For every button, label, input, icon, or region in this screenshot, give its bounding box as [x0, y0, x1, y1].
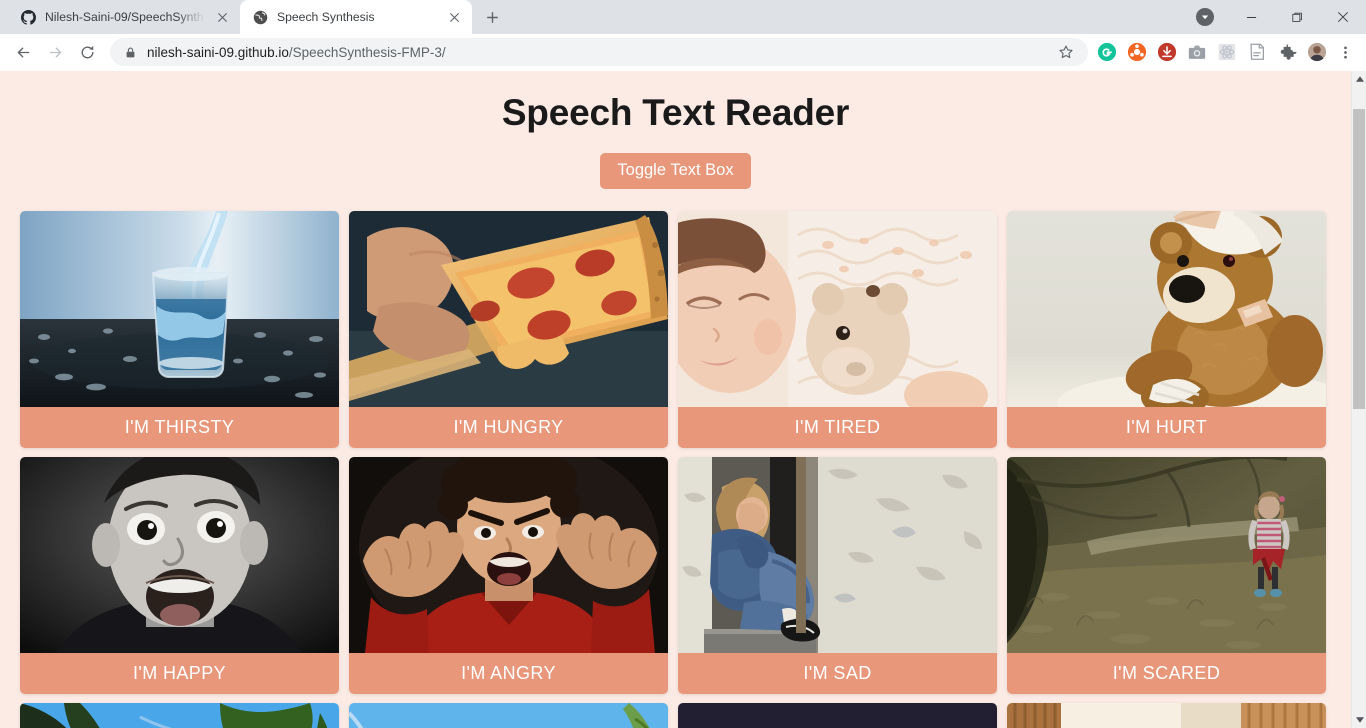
- card-thirsty[interactable]: I'M THIRSTY: [20, 210, 339, 448]
- react-devtools-icon[interactable]: [1216, 41, 1238, 63]
- card-label: I'M SAD: [678, 652, 997, 694]
- tab-strip: Nilesh-Saini-09/SpeechSynthesis-FMP-3 Sp…: [0, 0, 1366, 34]
- grammarly-icon[interactable]: [1096, 41, 1118, 63]
- puzzle-extensions-icon[interactable]: [1276, 41, 1298, 63]
- girl-sitting-in-doorway-crying-image: [678, 456, 997, 653]
- url-text: nilesh-saini-09.github.io/SpeechSynthesi…: [147, 45, 1044, 60]
- minimize-button[interactable]: [1228, 0, 1274, 34]
- dropdown-caret-icon[interactable]: [1182, 0, 1228, 34]
- lock-icon: [124, 46, 137, 59]
- close-icon[interactable]: [214, 9, 230, 25]
- orange-extension-icon[interactable]: [1126, 41, 1148, 63]
- new-tab-button[interactable]: [478, 3, 506, 31]
- small-girl-alone-in-woods-image: [1007, 456, 1326, 653]
- card-label: I'M ANGRY: [349, 652, 668, 694]
- tab-github[interactable]: Nilesh-Saini-09/SpeechSynthesis-FMP-3: [8, 0, 240, 34]
- card-label: I'M SCARED: [1007, 652, 1326, 694]
- card-row3-3[interactable]: [678, 702, 997, 728]
- red-download-extension-icon[interactable]: [1156, 41, 1178, 63]
- browser-toolbar: nilesh-saini-09.github.io/SpeechSynthesi…: [0, 34, 1366, 71]
- star-icon[interactable]: [1054, 40, 1078, 64]
- toggle-text-box-button[interactable]: Toggle Text Box: [600, 152, 751, 189]
- card-label: I'M HUNGRY: [349, 406, 668, 448]
- trees-against-blue-sky-image: [20, 702, 339, 728]
- excited-boy-black-and-white-image: [20, 456, 339, 653]
- github-icon: [20, 9, 36, 25]
- card-row3-2[interactable]: [349, 702, 668, 728]
- address-bar[interactable]: nilesh-saini-09.github.io/SpeechSynthesi…: [110, 38, 1088, 66]
- card-label: I'M HURT: [1007, 406, 1326, 448]
- card-angry[interactable]: I'M ANGRY: [349, 456, 668, 694]
- person-by-bright-window-curtains-image: [1007, 702, 1326, 728]
- speech-text-reader-app: Speech Text Reader Toggle Text Box I'M T…: [0, 71, 1351, 728]
- toggle-text-box-wrap: Toggle Text Box: [0, 152, 1351, 189]
- card-row3-4[interactable]: [1007, 702, 1326, 728]
- maximize-button[interactable]: [1274, 0, 1320, 34]
- card-row3-1[interactable]: [20, 702, 339, 728]
- scroll-down-arrow-icon[interactable]: [1352, 712, 1366, 728]
- extension-icons: [1096, 41, 1330, 63]
- scroll-up-arrow-icon[interactable]: [1352, 71, 1366, 87]
- card-tired[interactable]: I'M TIRED: [678, 210, 997, 448]
- reload-icon[interactable]: [72, 37, 102, 67]
- screenshot-camera-icon[interactable]: [1186, 41, 1208, 63]
- notes-extension-icon[interactable]: [1246, 41, 1268, 63]
- card-label: I'M THIRSTY: [20, 406, 339, 448]
- page-viewport: Speech Text Reader Toggle Text Box I'M T…: [0, 71, 1366, 728]
- sleeping-child-with-teddy-image: [678, 210, 997, 407]
- page-scrollbar[interactable]: [1351, 71, 1366, 728]
- card-happy[interactable]: I'M HAPPY: [20, 456, 339, 694]
- card-hungry[interactable]: I'M HUNGRY: [349, 210, 668, 448]
- browser-window: Nilesh-Saini-09/SpeechSynthesis-FMP-3 Sp…: [0, 0, 1366, 728]
- card-label: I'M HAPPY: [20, 652, 339, 694]
- close-window-button[interactable]: [1320, 0, 1366, 34]
- page-title: Speech Text Reader: [501, 92, 850, 133]
- back-arrow-icon[interactable]: [8, 37, 38, 67]
- window-controls: [1182, 0, 1366, 34]
- card-sad[interactable]: I'M SAD: [678, 456, 997, 694]
- glass-of-water-being-poured-image: [20, 210, 339, 407]
- globe-icon: [252, 9, 268, 25]
- url-domain: nilesh-saini-09.github.io: [147, 44, 289, 60]
- avatar[interactable]: [1306, 41, 1328, 63]
- phrase-card-grid: I'M THIRSTY I'M HUNGRY I'M TIRED I'M HUR…: [0, 210, 1351, 728]
- scrollbar-thumb[interactable]: [1353, 109, 1365, 409]
- tab-speech-synthesis[interactable]: Speech Synthesis: [240, 0, 472, 34]
- card-hurt[interactable]: I'M HURT: [1007, 210, 1326, 448]
- dark-navy-night-scene-image: [678, 702, 997, 728]
- card-scared[interactable]: I'M SCARED: [1007, 456, 1326, 694]
- forward-arrow-icon[interactable]: [40, 37, 70, 67]
- bandaged-teddy-bear-image: [1007, 210, 1326, 407]
- url-path: /SpeechSynthesis-FMP-3/: [288, 44, 446, 60]
- angry-boy-in-red-shirt-image: [349, 456, 668, 653]
- hand-holding-pizza-slice-image: [349, 210, 668, 407]
- three-dot-menu-icon[interactable]: [1332, 39, 1358, 65]
- tab-title: Nilesh-Saini-09/SpeechSynthesis-FMP-3: [45, 10, 205, 24]
- tab-title: Speech Synthesis: [277, 10, 375, 24]
- close-icon[interactable]: [446, 9, 462, 25]
- card-label: I'M TIRED: [678, 406, 997, 448]
- blue-sky-with-clouds-image: [349, 702, 668, 728]
